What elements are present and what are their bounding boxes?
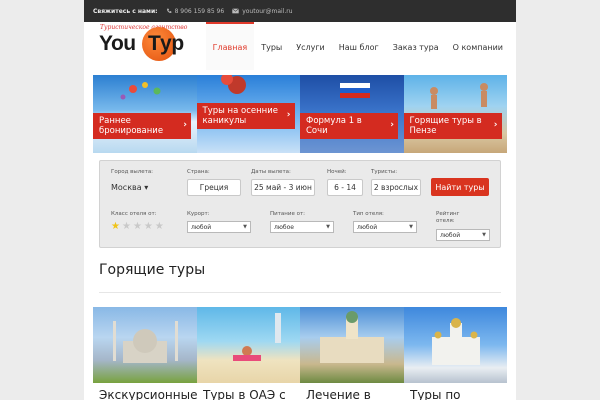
promo-banner[interactable]: Туры на осенние каникулы › [196, 75, 300, 153]
envelope-icon [232, 8, 240, 14]
star-icon[interactable]: ★ [122, 222, 131, 232]
hotel-rating-value: любой [440, 231, 461, 239]
nights-label: Ночей: [327, 169, 347, 175]
resort-select[interactable]: любой ▼ [187, 221, 251, 233]
resort-value: любой [191, 223, 212, 231]
phone-icon [166, 8, 171, 13]
mosque-illustration [113, 321, 178, 363]
hotel-rating-select[interactable]: любой ▼ [436, 229, 490, 241]
nav-item-services[interactable]: Услуги [289, 22, 332, 70]
tour-card-title[interactable]: Туры по [410, 388, 512, 400]
chevron-down-icon: ▼ [326, 224, 330, 230]
nav-item-home[interactable]: Главная [205, 22, 255, 70]
promo-banner-caption: Формула 1 в Сочи › [300, 113, 398, 139]
country-label: Страна: [187, 169, 210, 175]
tour-card-image[interactable] [196, 307, 300, 383]
promo-banners: Раннее бронирование › Туры на осенние ка… [93, 75, 507, 153]
promo-banner-title: Раннее бронирование [99, 116, 164, 136]
resort-label: Курорт: [187, 211, 210, 217]
page: Свяжитесь с нами: 8 906 159 85 96 youtou… [84, 0, 516, 400]
tour-card-title[interactable]: Лечение в [306, 388, 408, 400]
header: Туристическое агентство You Тур Главная … [84, 22, 516, 70]
tourists-field[interactable]: 2 взрослых [371, 179, 421, 196]
dates-label: Даты вылета: [251, 169, 291, 175]
chevron-right-icon: › [183, 120, 187, 130]
meal-value: любое [274, 223, 294, 231]
promo-banner-caption: Горящие туры в Пензе › [403, 113, 502, 139]
hot-tours-heading: Горящие туры [99, 262, 206, 278]
logo-word-tour: Тур [148, 32, 185, 55]
tour-card-title[interactable]: Туры в ОАЭ с [203, 388, 305, 400]
departure-city-select[interactable]: Москва ▾ [111, 183, 148, 192]
country-select[interactable]: Греция [187, 179, 241, 196]
hotel-class-stars: ★ ★ ★ ★ ★ [111, 222, 164, 232]
find-tours-button[interactable]: Найти туры [431, 178, 489, 196]
promo-banner[interactable]: Формула 1 в Сочи › [300, 75, 404, 153]
promo-banner-title: Формула 1 в Сочи [306, 116, 362, 136]
hotel-type-select[interactable]: любой ▼ [353, 221, 417, 233]
contact-label: Свяжитесь с нами: [93, 7, 158, 15]
colonnade-illustration [320, 311, 384, 363]
promo-banner[interactable]: Раннее бронирование › [93, 75, 197, 153]
chevron-right-icon: › [493, 120, 498, 130]
tour-search-form: Город вылета: Москва ▾ Страна: Греция Да… [99, 160, 501, 248]
meal-select[interactable]: любое ▼ [270, 221, 334, 233]
chevron-down-icon: ▼ [482, 232, 486, 238]
nav-item-tours[interactable]: Туры [254, 22, 289, 70]
promo-banner-caption: Раннее бронирование › [93, 113, 191, 139]
meal-label: Питание от: [270, 211, 306, 217]
dates-field[interactable]: 25 май - 3 июн [251, 179, 315, 196]
cathedral-illustration [431, 318, 480, 365]
logo-tagline: Туристическое агентство [100, 24, 188, 31]
promo-banner[interactable]: Горящие туры в Пензе › [403, 75, 507, 153]
hotel-rating-label: Рейтинг отеля: [436, 211, 460, 224]
email-address: youtour@mail.ru [242, 7, 293, 15]
hotel-class-label: Класс отеля от: [111, 211, 157, 217]
logo-word-you: You [99, 32, 136, 55]
nights-field[interactable]: 6 - 14 [327, 179, 363, 196]
promo-banner-title: Туры на осенние каникулы [202, 106, 278, 126]
chevron-right-icon: › [390, 120, 394, 130]
phone-link[interactable]: 8 906 159 85 96 [166, 7, 225, 15]
tour-card-image[interactable] [403, 307, 507, 383]
hotel-type-label: Тип отеля: [353, 211, 384, 217]
chevron-down-icon: ▼ [243, 224, 247, 230]
nav-item-about[interactable]: О компании [446, 22, 510, 70]
departure-city-label: Город вылета: [111, 169, 154, 175]
chevron-right-icon: › [286, 110, 291, 120]
divider [99, 292, 501, 293]
tourists-label: Туристы: [371, 169, 398, 175]
hotel-type-value: любой [357, 223, 378, 231]
nav-item-order-tour[interactable]: Заказ тура [386, 22, 446, 70]
tour-card-image[interactable] [300, 307, 404, 383]
main-nav: Главная Туры Услуги Наш блог Заказ тура … [205, 22, 510, 70]
star-icon[interactable]: ★ [133, 222, 142, 232]
hot-tours-list [93, 307, 507, 383]
top-bar: Свяжитесь с нами: 8 906 159 85 96 youtou… [84, 0, 516, 22]
promo-banner-caption: Туры на осенние каникулы › [196, 103, 295, 129]
tour-card-image[interactable] [93, 307, 197, 383]
star-icon[interactable]: ★ [144, 222, 153, 232]
star-icon[interactable]: ★ [155, 222, 164, 232]
chevron-down-icon: ▼ [409, 224, 413, 230]
email-link[interactable]: youtour@mail.ru [232, 7, 293, 15]
star-icon[interactable]: ★ [111, 222, 120, 232]
tour-card-title[interactable]: Экскурсионные [99, 388, 201, 400]
beach-jump-illustration [232, 313, 281, 361]
site-logo[interactable]: Туристическое агентство You Тур [98, 24, 187, 68]
promo-banner-title: Горящие туры в Пензе [409, 116, 482, 136]
nav-item-blog[interactable]: Наш блог [332, 22, 386, 70]
phone-number: 8 906 159 85 96 [174, 7, 225, 15]
